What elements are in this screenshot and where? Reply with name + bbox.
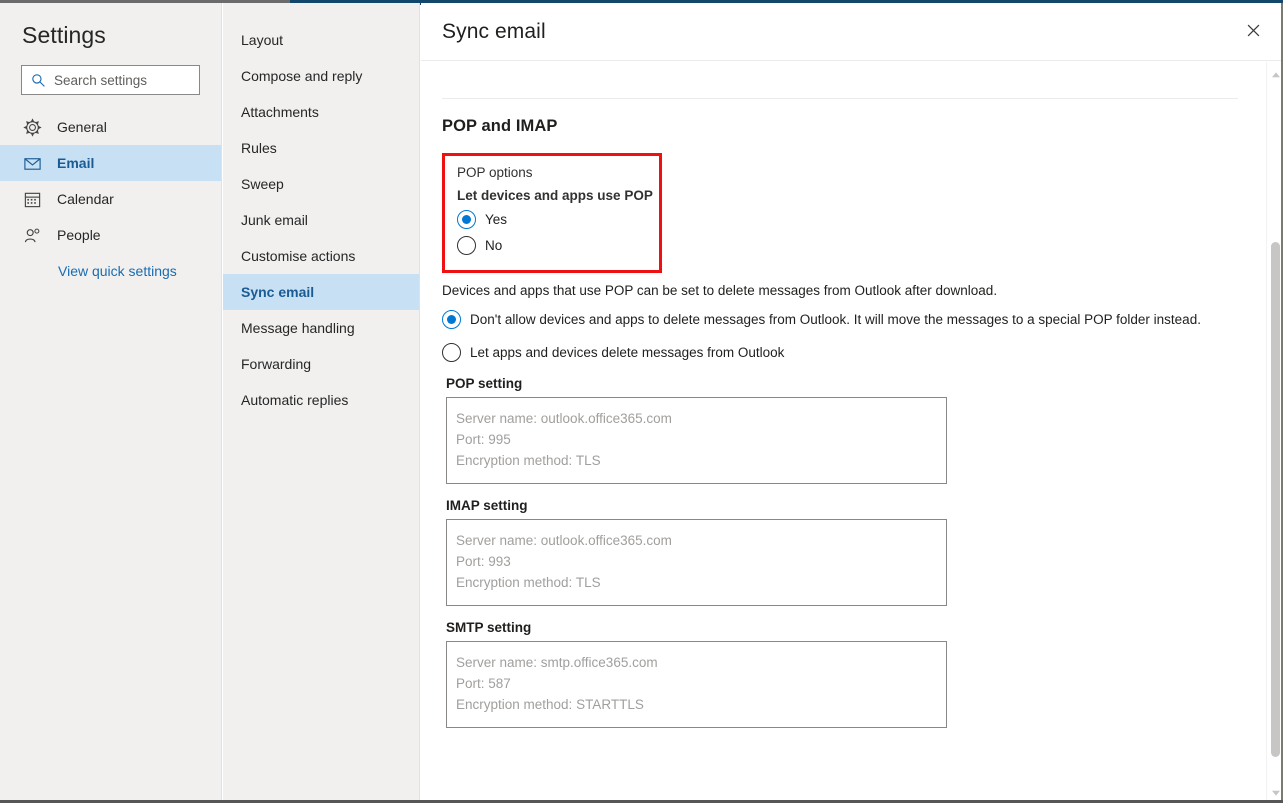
sidebar-item-label: Calendar: [57, 191, 114, 207]
settings-window: Settings: [0, 0, 1283, 803]
sidebar-item-calendar[interactable]: Calendar: [0, 181, 221, 217]
subnav-item-layout[interactable]: Layout: [223, 22, 419, 58]
sidebar-item-label: General: [57, 119, 107, 135]
sidebar-item-people[interactable]: People: [0, 217, 221, 253]
people-icon: [23, 226, 42, 245]
pop-setting-label: POP setting: [446, 376, 1283, 391]
sidebar-nav: General Email: [0, 109, 221, 279]
smtp-encryption: Encryption method: STARTTLS: [456, 694, 946, 715]
main-title: Sync email: [421, 20, 546, 44]
gear-icon: [23, 118, 42, 137]
scrollbar-thumb[interactable]: [1271, 242, 1280, 757]
imap-port: Port: 993: [456, 551, 946, 572]
main-content: POP and IMAP POP options Let devices and…: [421, 61, 1283, 800]
envelope-icon: [23, 154, 42, 173]
imap-setting-box[interactable]: Server name: outlook.office365.com Port:…: [446, 519, 947, 606]
chevron-down-icon: [1271, 784, 1281, 802]
radio-indicator: [442, 343, 461, 362]
section-title-pop-and-imap: POP and IMAP: [442, 117, 1283, 136]
imap-server-name: Server name: outlook.office365.com: [456, 530, 946, 551]
pop-port: Port: 995: [456, 429, 946, 450]
view-quick-settings-link[interactable]: View quick settings: [0, 263, 221, 279]
close-button[interactable]: [1237, 19, 1269, 47]
radio-label: Yes: [485, 212, 507, 227]
pop-encryption: Encryption method: TLS: [456, 450, 946, 471]
imap-encryption: Encryption method: TLS: [456, 572, 946, 593]
subnav-item-customise-actions[interactable]: Customise actions: [223, 238, 419, 274]
subnav-item-attachments[interactable]: Attachments: [223, 94, 419, 130]
sidebar-item-email[interactable]: Email: [0, 145, 221, 181]
close-icon: [1246, 23, 1261, 43]
radio-indicator: [442, 310, 461, 329]
smtp-setting-label: SMTP setting: [446, 620, 1283, 635]
subnav-item-compose-and-reply[interactable]: Compose and reply: [223, 58, 419, 94]
subnav-item-sync-email[interactable]: Sync email: [223, 274, 419, 310]
radio-indicator: [457, 210, 476, 229]
delete-description: Devices and apps that use POP can be set…: [442, 283, 1283, 298]
settings-sidebar: Settings: [0, 3, 222, 800]
content-divider: [442, 98, 1238, 99]
subnav-item-message-handling[interactable]: Message handling: [223, 310, 419, 346]
radio-dont-allow-delete[interactable]: Don't allow devices and apps to delete m…: [442, 310, 1283, 329]
search-icon: [31, 73, 46, 88]
main-header: Sync email: [421, 3, 1283, 61]
smtp-server-name: Server name: smtp.office365.com: [456, 652, 946, 673]
pop-setting-box[interactable]: Server name: outlook.office365.com Port:…: [446, 397, 947, 484]
delete-options-group: Don't allow devices and apps to delete m…: [442, 310, 1283, 362]
subnav-item-rules[interactable]: Rules: [223, 130, 419, 166]
pop-server-name: Server name: outlook.office365.com: [456, 408, 946, 429]
radio-label: No: [485, 238, 502, 253]
radio-allow-delete[interactable]: Let apps and devices delete messages fro…: [442, 343, 1283, 362]
subnav-item-automatic-replies[interactable]: Automatic replies: [223, 382, 419, 418]
subnav-item-junk-email[interactable]: Junk email: [223, 202, 419, 238]
search-settings-box[interactable]: [21, 65, 200, 95]
sidebar-item-label: Email: [57, 155, 94, 171]
sidebar-item-label: People: [57, 227, 101, 243]
pop-options-highlight-box: POP options Let devices and apps use POP…: [442, 153, 662, 273]
pop-options-question: Let devices and apps use POP: [457, 188, 659, 203]
search-input[interactable]: [54, 73, 194, 88]
imap-setting-label: IMAP setting: [446, 498, 1283, 513]
radio-pop-yes[interactable]: Yes: [457, 210, 659, 229]
email-subnav: Layout Compose and reply Attachments Rul…: [223, 3, 420, 800]
pop-options-group-label: POP options: [457, 165, 659, 180]
radio-indicator: [457, 236, 476, 255]
smtp-setting-box[interactable]: Server name: smtp.office365.com Port: 58…: [446, 641, 947, 728]
chevron-up-icon: [1271, 66, 1281, 84]
radio-label: Let apps and devices delete messages fro…: [470, 345, 784, 360]
subnav-item-forwarding[interactable]: Forwarding: [223, 346, 419, 382]
calendar-icon: [23, 190, 42, 209]
radio-pop-no[interactable]: No: [457, 236, 659, 255]
main-panel: Sync email POP and IMAP POP options Let …: [421, 3, 1283, 800]
smtp-port: Port: 587: [456, 673, 946, 694]
radio-label: Don't allow devices and apps to delete m…: [470, 312, 1201, 327]
subnav-item-sweep[interactable]: Sweep: [223, 166, 419, 202]
page-title: Settings: [0, 3, 221, 49]
sidebar-item-general[interactable]: General: [0, 109, 221, 145]
